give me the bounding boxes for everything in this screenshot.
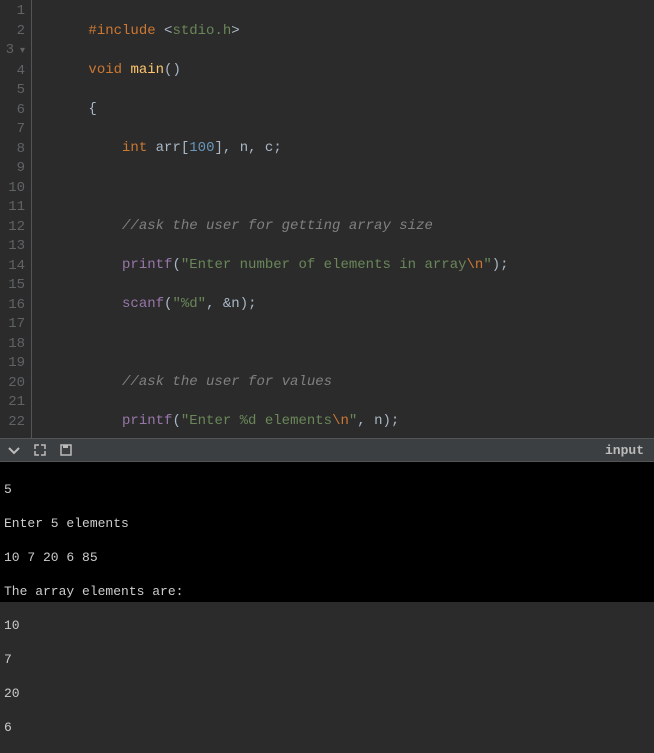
line-number: 13 (0, 237, 25, 257)
console-line: Enter 5 elements (4, 515, 650, 532)
line-number: 12 (0, 218, 25, 238)
line-number: 11 (0, 198, 25, 218)
line-number: 20 (0, 374, 25, 394)
console-output[interactable]: 5 Enter 5 elements 10 7 20 6 85 The arra… (0, 462, 654, 602)
console-line: 10 (4, 617, 650, 634)
console-line: The array elements are: (4, 583, 650, 600)
console-line: 7 (4, 651, 650, 668)
line-number: 21 (0, 393, 25, 413)
code-line[interactable] (38, 334, 654, 354)
line-number: 16 (0, 296, 25, 316)
code-line[interactable]: void main() (38, 61, 654, 81)
code-line[interactable]: { (38, 100, 654, 120)
line-number: 6 (0, 101, 25, 121)
console-line: 5 (4, 481, 650, 498)
code-line[interactable]: //ask the user for values (38, 373, 654, 393)
code-area[interactable]: #include <stdio.h> void main() { int arr… (32, 0, 654, 438)
editor-pane: 1 2 3 ▾ 4 5 6 7 8 9 10 11 12 13 14 15 16… (0, 0, 654, 438)
line-number-gutter: 1 2 3 ▾ 4 5 6 7 8 9 10 11 12 13 14 15 16… (0, 0, 32, 438)
line-number: 5 (0, 81, 25, 101)
line-number: 17 (0, 315, 25, 335)
line-number: 22 (0, 413, 25, 433)
code-line[interactable] (38, 178, 654, 198)
console-toolbar: input (0, 438, 654, 462)
code-line[interactable]: printf("Enter number of elements in arra… (38, 256, 654, 276)
line-number: 10 (0, 179, 25, 199)
collapse-icon[interactable] (6, 442, 22, 458)
code-line[interactable]: scanf("%d", &n); (38, 295, 654, 315)
line-number: 2 (0, 22, 25, 42)
save-icon[interactable] (58, 442, 74, 458)
line-number: 4 (0, 62, 25, 82)
code-line[interactable]: #include <stdio.h> (38, 22, 654, 42)
code-line[interactable]: int arr[100], n, c; (38, 139, 654, 159)
line-number: 8 (0, 140, 25, 160)
console-line: 10 7 20 6 85 (4, 549, 650, 566)
console-tab-input[interactable]: input (605, 443, 654, 458)
line-number: 18 (0, 335, 25, 355)
console-line: 6 (4, 719, 650, 736)
console-line: 20 (4, 685, 650, 702)
line-number: 3 ▾ (0, 41, 25, 62)
line-number: 7 (0, 120, 25, 140)
line-number: 9 (0, 159, 25, 179)
line-number: 1 (0, 2, 25, 22)
line-number: 15 (0, 276, 25, 296)
fold-icon[interactable]: ▾ (14, 46, 25, 57)
fullscreen-icon[interactable] (32, 442, 48, 458)
line-number: 14 (0, 257, 25, 277)
line-number: 19 (0, 354, 25, 374)
code-line[interactable]: //ask the user for getting array size (38, 217, 654, 237)
code-line[interactable]: printf("Enter %d elements\n", n); (38, 412, 654, 432)
